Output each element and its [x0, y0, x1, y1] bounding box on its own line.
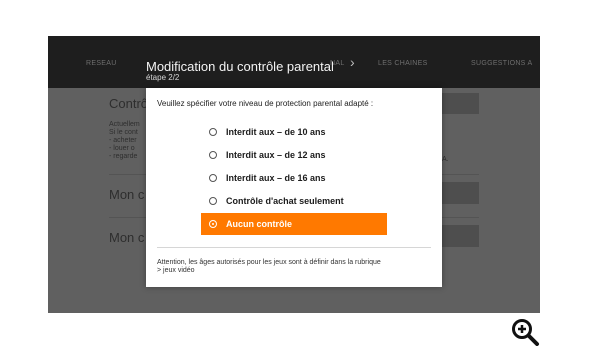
bg-line: Actuellem [109, 121, 140, 128]
bg-line: - regarde [109, 153, 138, 160]
bg-row-title: Mon c [109, 230, 145, 245]
option-no-control[interactable]: Aucun contrôle [201, 213, 387, 235]
radio-icon [209, 151, 217, 159]
option-label: Contrôle d'achat seulement [226, 196, 344, 206]
dialog-note-line: Attention, les âges autorisés pour les j… [157, 259, 381, 266]
bg-button [442, 93, 479, 114]
nav-chevron-right-icon[interactable]: › [350, 54, 355, 70]
zoom-in-icon[interactable] [510, 318, 540, 346]
parental-control-dialog: Veuillez spécifier votre niveau de prote… [146, 88, 442, 287]
option-label: Aucun contrôle [226, 219, 293, 229]
bg-description: Actuellem Si le cont - acheter - louer o… [109, 121, 140, 161]
bg-row-button [442, 182, 479, 204]
radio-icon [209, 128, 217, 136]
bg-row-button [442, 225, 479, 247]
radio-icon [209, 197, 217, 205]
radio-selected-icon [209, 220, 217, 228]
dialog-note-line: > jeux vidéo [157, 267, 195, 274]
dialog-note: Attention, les âges autorisés pour les j… [157, 259, 437, 275]
option-under-16[interactable]: Interdit aux – de 16 ans [201, 167, 387, 189]
dialog-divider [157, 247, 431, 248]
option-label: Interdit aux – de 10 ans [226, 127, 326, 137]
bg-row-title: Mon c [109, 187, 145, 202]
option-purchase-control-only[interactable]: Contrôle d'achat seulement [201, 190, 387, 212]
option-label: Interdit aux – de 16 ans [226, 173, 326, 183]
bg-line: Si le cont [109, 129, 138, 136]
radio-icon [209, 174, 217, 182]
bg-line: - acheter [109, 137, 137, 144]
bg-line: - louer o [109, 145, 135, 152]
nav-item-reseau[interactable]: RESEAU [86, 60, 117, 67]
option-label: Interdit aux – de 12 ans [226, 150, 326, 160]
bg-section-title: Contrô [109, 96, 149, 111]
bg-trailing-text: A. [442, 156, 449, 163]
modal-title: Modification du contrôle parental [146, 59, 334, 74]
modal-subtitle: étape 2/2 [146, 73, 180, 82]
option-under-12[interactable]: Interdit aux – de 12 ans [201, 144, 387, 166]
dialog-prompt: Veuillez spécifier votre niveau de prote… [157, 99, 374, 108]
nav-item-suggestions[interactable]: SUGGESTIONS A [471, 60, 532, 67]
option-under-10[interactable]: Interdit aux – de 10 ans [201, 121, 387, 143]
nav-item-les-chaines[interactable]: LES CHAINES [378, 60, 428, 67]
